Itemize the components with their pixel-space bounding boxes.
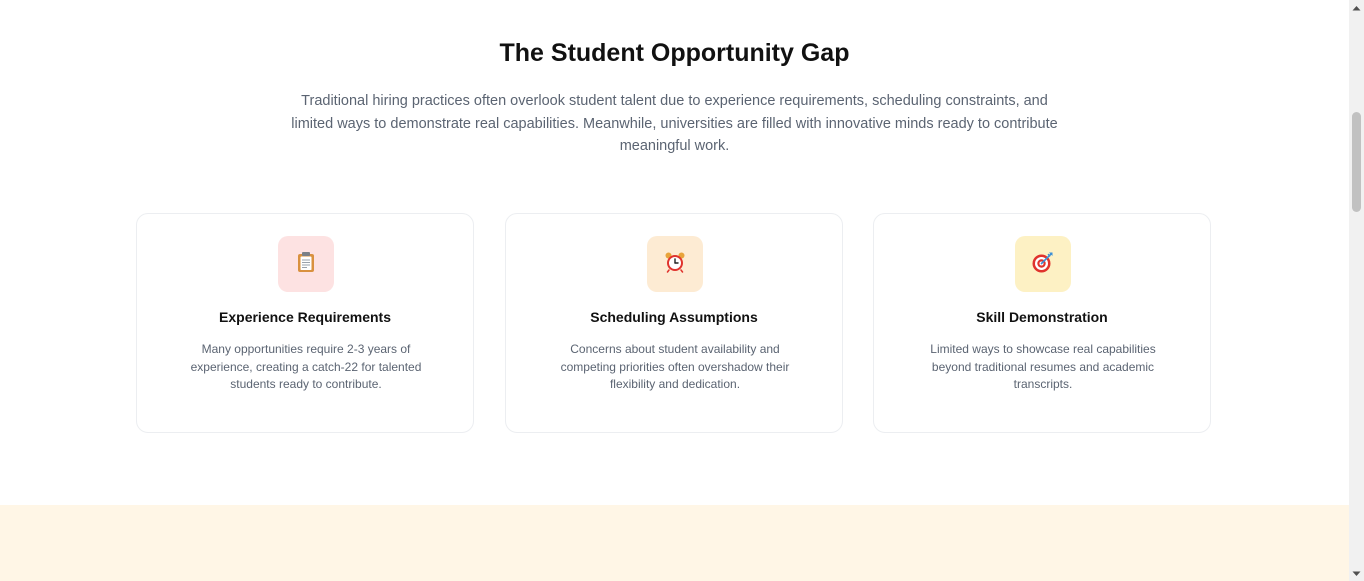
section-intro: Traditional hiring practices often overl…	[291, 93, 1058, 154]
clipboard-icon-box	[278, 236, 334, 292]
target-icon	[1031, 250, 1055, 279]
next-section-background	[0, 505, 1349, 581]
card-scheduling-assumptions: Scheduling Assumptions Concerns about st…	[505, 213, 843, 433]
card-description: Many opportunities require 2-3 years of …	[190, 342, 422, 391]
card-skill-demonstration: Skill Demonstration Limited ways to show…	[873, 213, 1211, 433]
target-icon-box	[1015, 236, 1071, 292]
scroll-down-arrow-icon[interactable]	[1349, 566, 1364, 581]
vertical-scrollbar[interactable]	[1349, 0, 1364, 581]
card-description: Concerns about student availability and …	[560, 342, 790, 391]
alarm-clock-icon	[664, 251, 686, 278]
page: The Student Opportunity Gap Traditional …	[0, 0, 1349, 581]
card-title: Experience Requirements	[219, 309, 391, 325]
card-experience-requirements: Experience Requirements Many opportuniti…	[136, 213, 474, 433]
section-title: The Student Opportunity Gap	[499, 39, 850, 67]
alarm-clock-icon-box	[647, 236, 703, 292]
card-title: Scheduling Assumptions	[590, 309, 758, 325]
card-description: Limited ways to showcase real capabiliti…	[930, 342, 1156, 391]
scrollbar-thumb[interactable]	[1352, 112, 1361, 212]
clipboard-icon	[296, 251, 316, 278]
scroll-up-arrow-icon[interactable]	[1349, 0, 1364, 15]
card-title: Skill Demonstration	[976, 309, 1108, 325]
browser-viewport: The Student Opportunity Gap Traditional …	[0, 0, 1364, 581]
